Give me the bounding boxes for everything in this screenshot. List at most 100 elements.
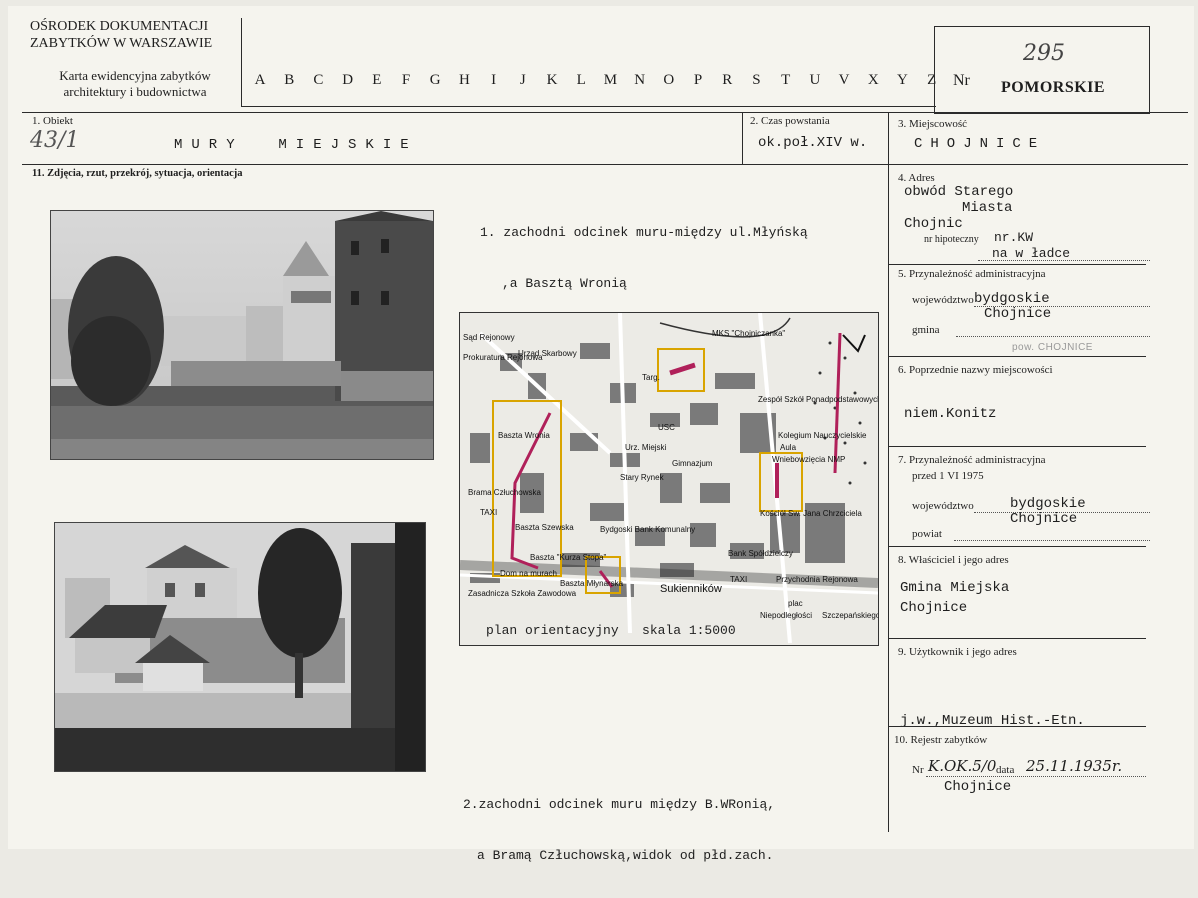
institution-name: OŚRODEK DOKUMENTACJI ZABYTKÓW W WARSZAWI… [30, 18, 212, 52]
map-caption: plan orientacyjny skala 1:5000 [486, 623, 736, 638]
user-label: 9. Użytkownik i jego adres [898, 646, 1017, 658]
address-line1: obwód Starego [904, 184, 1014, 200]
sec7-bottom-line [888, 546, 1146, 547]
index-letter-b: B [284, 72, 295, 88]
map-label-24: TAXI [730, 575, 748, 584]
admin-before-powiat-value: Chojnice [1010, 511, 1078, 527]
photo-2-caption-line1: 2.zachodni odcinek muru między B.WRonią, [463, 797, 776, 812]
index-letter-i: I [491, 72, 497, 88]
index-letter-g: G [429, 72, 441, 88]
index-letter-d: D [342, 72, 354, 88]
register-date-value: 25.11.1935r. [1026, 757, 1123, 775]
object-label: 1. Obiekt [32, 115, 73, 127]
address-value: obwód Starego Miasta Chojnic [904, 184, 1013, 232]
register-dotted [926, 776, 1146, 777]
map-label-16: TAXI [480, 508, 498, 517]
photos-label: 11. Zdjęcia, rzut, przekrój, sytuacja, o… [32, 168, 243, 179]
map-label-11: Gimnazjum [672, 459, 713, 468]
index-letter-j: J [519, 72, 526, 88]
map-label-3: Urząd Skarbowy [518, 349, 577, 358]
sec4-bottom-line [888, 264, 1146, 265]
index-letter-c: C [313, 72, 324, 88]
owner-value: Gmina Miejska Chojnice [900, 578, 1009, 618]
map-label-19: Baszta "Kurza Stopa" [530, 553, 607, 562]
admin-before-powiat-label: powiat [912, 528, 942, 540]
photo-1-caption: 1. zachodni odcinek muru-między ul.Młyńs… [480, 190, 808, 326]
map-label-29: Niepodległości [760, 611, 813, 620]
date-label: 2. Czas powstania [750, 115, 830, 127]
index-letter-r: R [722, 72, 733, 88]
card-title: Karta ewidencyjna zabytków architektury … [30, 68, 240, 100]
map-label-8: Aula [780, 443, 797, 452]
index-letter-m: M [603, 72, 618, 88]
admin-before-woj-label: województwo [912, 500, 974, 512]
map-label-5: MKS "Chojniczanka" [712, 329, 786, 338]
admin-label: 5. Przynależność administracyjna [898, 268, 1046, 280]
owner-line1: Gmina Miejska [900, 580, 1010, 596]
register-date-label: data [996, 764, 1015, 776]
record-card: OŚRODEK DOKUMENTACJI ZABYTKÓW W WARSZAWI… [8, 6, 1194, 863]
object-name: MURY MIEJSKIE [174, 137, 418, 153]
sec9-bottom-line [888, 726, 1146, 727]
index-letter-x: X [867, 72, 879, 88]
admin-woj-value: bydgoskie [974, 291, 1050, 307]
locality-value: CHOJNICE [914, 136, 1046, 152]
orientation-map: Sąd Rejonowy Prokuratura Rejonowa Urząd … [459, 312, 879, 646]
voivodeship-stamp: POMORSKIE [1001, 79, 1106, 96]
photo-2-caption-line2: a Bramą Człuchowską,widok od płd.zach. [477, 848, 774, 863]
admin-stamp: pow. CHOJNICE [1012, 342, 1093, 353]
index-letter-e: E [372, 72, 382, 88]
admin-woj-dotted [974, 306, 1150, 307]
address-line2: Miasta [962, 200, 1013, 216]
mortgage-dotted-line [978, 260, 1150, 261]
index-letter-o: O [663, 72, 675, 88]
owner-label: 8. Właściciel i jego adres [898, 554, 1009, 566]
institution-line2: ZABYTKÓW W WARSZAWIE [30, 36, 213, 51]
photo-1-caption-line2: ,a Basztą Wronią [502, 276, 627, 291]
photo-2-caption: 2.zachodni odcinek muru między B.WRonią,… [463, 762, 775, 898]
nr-value: 295 [1023, 41, 1065, 66]
map-label-26: Zasadnicza Szkoła Zawodowa [468, 589, 577, 598]
owner-line2: Chojnice [900, 600, 968, 616]
map-label-20: Dom na murach [500, 569, 557, 578]
map-label-25: Przychodnia Rejonowa [776, 575, 858, 584]
map-label-15: Brama Człuchowska [468, 488, 541, 497]
admin-before-sub: przed 1 VI 1975 [912, 470, 984, 482]
admin-before-powiat-dotted [954, 540, 1150, 541]
user-value: j.w.,Muzeum Hist.-Etn. Chojnice [900, 666, 1085, 842]
index-letter-s: S [752, 72, 761, 88]
index-letter-t: T [781, 72, 791, 88]
nr-box: Nr 295 POMORSKIE [934, 26, 1150, 114]
card-title-line2: architektury i budownictwa [63, 84, 207, 99]
register-label: 10. Rejestr zabytków [894, 734, 988, 746]
admin-woj-value-2: Chojnice [984, 306, 1052, 322]
user-line1: j.w.,Muzeum Hist.-Etn. [900, 713, 1085, 729]
col-divider-1 [742, 112, 743, 164]
nr-label: Nr [953, 72, 970, 89]
map-label-28: plac [788, 599, 803, 608]
sec8-bottom-line [888, 638, 1146, 639]
sec6-bottom-line [888, 446, 1146, 447]
map-label-18: Bydgoski Bank Komunalny [600, 525, 696, 534]
mortgage-value-2: na w ładce [992, 246, 1071, 261]
map-label-12: Stary Rynek [620, 473, 664, 482]
admin-before-woj-value: bydgoskie [1010, 496, 1086, 512]
index-letters: ABCDEFGHIJKLMNOPRSTUVXYZ [250, 72, 942, 89]
map-label-27: Kościół Sw. Jana Chrzciciela [760, 509, 862, 518]
index-letter-a: A [254, 72, 266, 88]
register-nr-value: K.OK.5/0 [928, 757, 997, 775]
photo-west-wall-2 [54, 522, 426, 772]
map-label-17: Baszta Szewska [515, 523, 574, 532]
card-title-line1: Karta ewidencyjna zabytków [59, 68, 211, 83]
index-letter-v: V [838, 72, 850, 88]
index-letter-p: P [693, 72, 703, 88]
map-label-21: Baszta Młynarska [560, 579, 624, 588]
admin-woj-label: województwo [912, 294, 974, 306]
index-letter-y: Y [897, 72, 908, 88]
institution-line1: OŚRODEK DOKUMENTACJI [30, 19, 209, 34]
index-letter-u: U [809, 72, 821, 88]
index-letter-f: F [401, 72, 411, 88]
row-bottom-line [22, 164, 1188, 165]
register-nr-label: Nr [912, 764, 924, 776]
date-value: ok.poł.XIV w. [758, 135, 868, 151]
